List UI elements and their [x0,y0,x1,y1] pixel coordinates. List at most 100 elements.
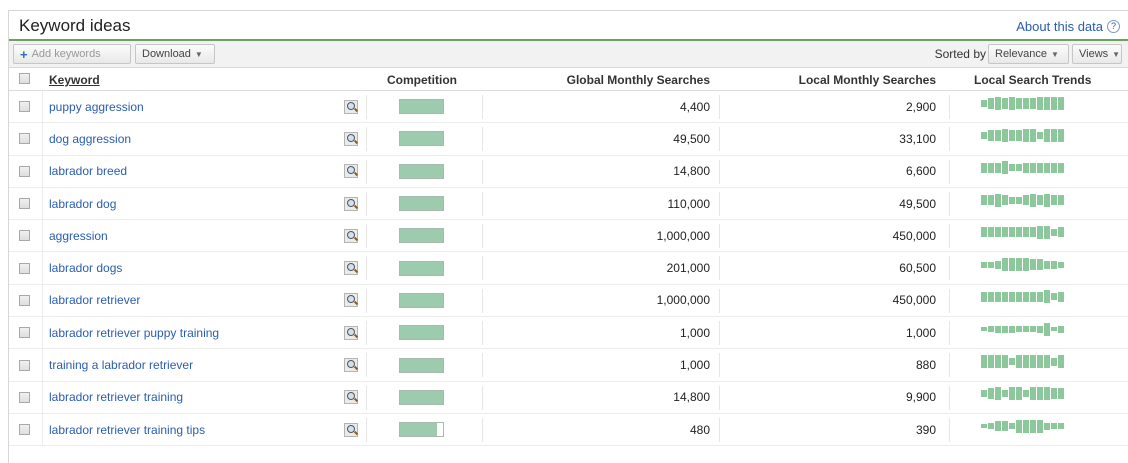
table-row: training a labrador retriever 1,000 880 [9,349,1128,382]
magnifier-icon[interactable] [344,293,358,308]
trend-bar [1009,258,1015,272]
trend-bar [1058,128,1064,142]
trend-bar [1009,423,1015,430]
column-divider [482,224,483,249]
trend-bar [981,195,987,206]
row-checkbox[interactable] [19,101,30,113]
keyword-link[interactable]: puppy aggression [49,100,144,114]
trend-bar [1023,326,1029,333]
column-divider [949,191,950,216]
local-trends-column-header[interactable]: Local Search Trends [974,73,1091,87]
row-checkbox[interactable] [19,165,30,177]
trend-bar [995,291,1001,302]
keyword-link[interactable]: labrador dogs [49,261,122,275]
global-searches-column-header[interactable]: Global Monthly Searches [567,73,710,87]
trend-bar [1058,227,1064,238]
column-divider [366,95,367,119]
help-icon[interactable]: ? [1107,20,1120,33]
trend-bar [981,327,987,332]
table-header: Keyword Competition Global Monthly Searc… [9,68,1128,91]
magnifier-icon[interactable] [344,164,358,179]
trend-bar [1030,259,1036,271]
keyword-link[interactable]: labrador retriever training [49,390,183,404]
table-row: aggression 1,000,000 450,000 [9,220,1128,253]
views-dropdown[interactable]: Views ▼ [1072,44,1122,64]
magnifier-icon[interactable] [344,228,358,243]
row-checkbox-cell [19,123,30,154]
magnifier-icon[interactable] [344,390,358,405]
magnifier-icon[interactable] [344,358,358,373]
download-button[interactable]: Download ▼ [135,44,215,64]
local-searches-value: 1,000 [905,325,936,340]
trend-bar [1016,97,1022,109]
trend-bar [1044,96,1050,110]
select-all-checkbox[interactable] [19,73,30,84]
trend-bar [1030,419,1036,433]
competition-bar [399,422,444,438]
keyword-cell: labrador retriever [49,285,140,316]
trend-bar [1044,422,1050,430]
row-checkbox[interactable] [19,391,30,403]
row-checkbox[interactable] [19,359,30,371]
trend-bar [1051,228,1057,236]
row-checkbox[interactable] [19,230,30,242]
magnifier-icon[interactable] [344,131,358,146]
keyword-link[interactable]: dog aggression [49,132,131,146]
magnifier-icon[interactable] [344,99,358,114]
plus-icon: + [20,46,28,62]
trend-bar [1030,193,1036,207]
global-searches-value: 480 [689,422,710,437]
row-checkbox[interactable] [19,133,30,145]
trend-bar [988,227,994,238]
row-checkbox[interactable] [19,294,30,306]
global-searches-value: 49,500 [673,131,710,146]
trend-bar [988,129,994,141]
table-row: puppy aggression 4,400 2,900 [9,91,1128,124]
trend-bar [1058,423,1064,430]
add-keywords-button[interactable]: + Add keywords [13,44,131,64]
trend-bar [1058,261,1064,268]
competition-column-header[interactable]: Competition [387,73,457,87]
global-searches-value: 1,000 [679,325,710,340]
keyword-link[interactable]: training a labrador retriever [49,358,193,372]
competition-cell [399,188,444,219]
row-checkbox[interactable] [19,198,30,210]
magnifier-icon[interactable] [344,261,358,276]
global-searches-value: 110,000 [667,196,711,211]
competition-fill [400,197,443,211]
keyword-link[interactable]: labrador retriever [49,293,140,307]
row-checkbox[interactable] [19,424,30,436]
toolbar: + Add keywords Download ▼ Sorted by Rele… [9,41,1128,68]
competition-fill [400,326,443,340]
global-searches-value: 1,000,000 [656,228,710,243]
trend-bar [1058,355,1064,369]
local-searches-column-header[interactable]: Local Monthly Searches [799,73,936,87]
about-label[interactable]: About this data [1016,19,1103,34]
sort-dropdown[interactable]: Relevance ▼ [988,44,1069,64]
competition-bar [399,131,444,147]
keyword-cell: labrador breed [49,156,127,187]
column-divider [482,321,483,346]
column-divider [949,256,950,281]
keyword-link[interactable]: aggression [49,229,108,243]
about-this-data-link[interactable]: About this data ? [1016,19,1120,34]
trend-bar [988,291,994,302]
competition-fill [400,390,443,404]
column-divider [42,91,43,123]
row-checkbox[interactable] [19,262,30,274]
keyword-column-header[interactable]: Keyword [49,73,100,87]
column-divider [719,191,720,216]
trend-bar [1037,387,1043,401]
keyword-link[interactable]: labrador retriever puppy training [49,326,219,340]
trend-bar [1051,195,1057,206]
trend-bar [1030,291,1036,302]
magnifier-icon[interactable] [344,325,358,340]
keyword-link[interactable]: labrador breed [49,164,127,178]
keyword-link[interactable]: labrador dog [49,197,116,211]
keyword-link[interactable]: labrador retriever training tips [49,423,205,437]
row-checkbox[interactable] [19,327,30,339]
row-checkbox-cell [19,349,30,380]
magnifier-icon[interactable] [344,422,358,437]
search-cell [344,91,358,122]
magnifier-icon[interactable] [344,196,358,211]
